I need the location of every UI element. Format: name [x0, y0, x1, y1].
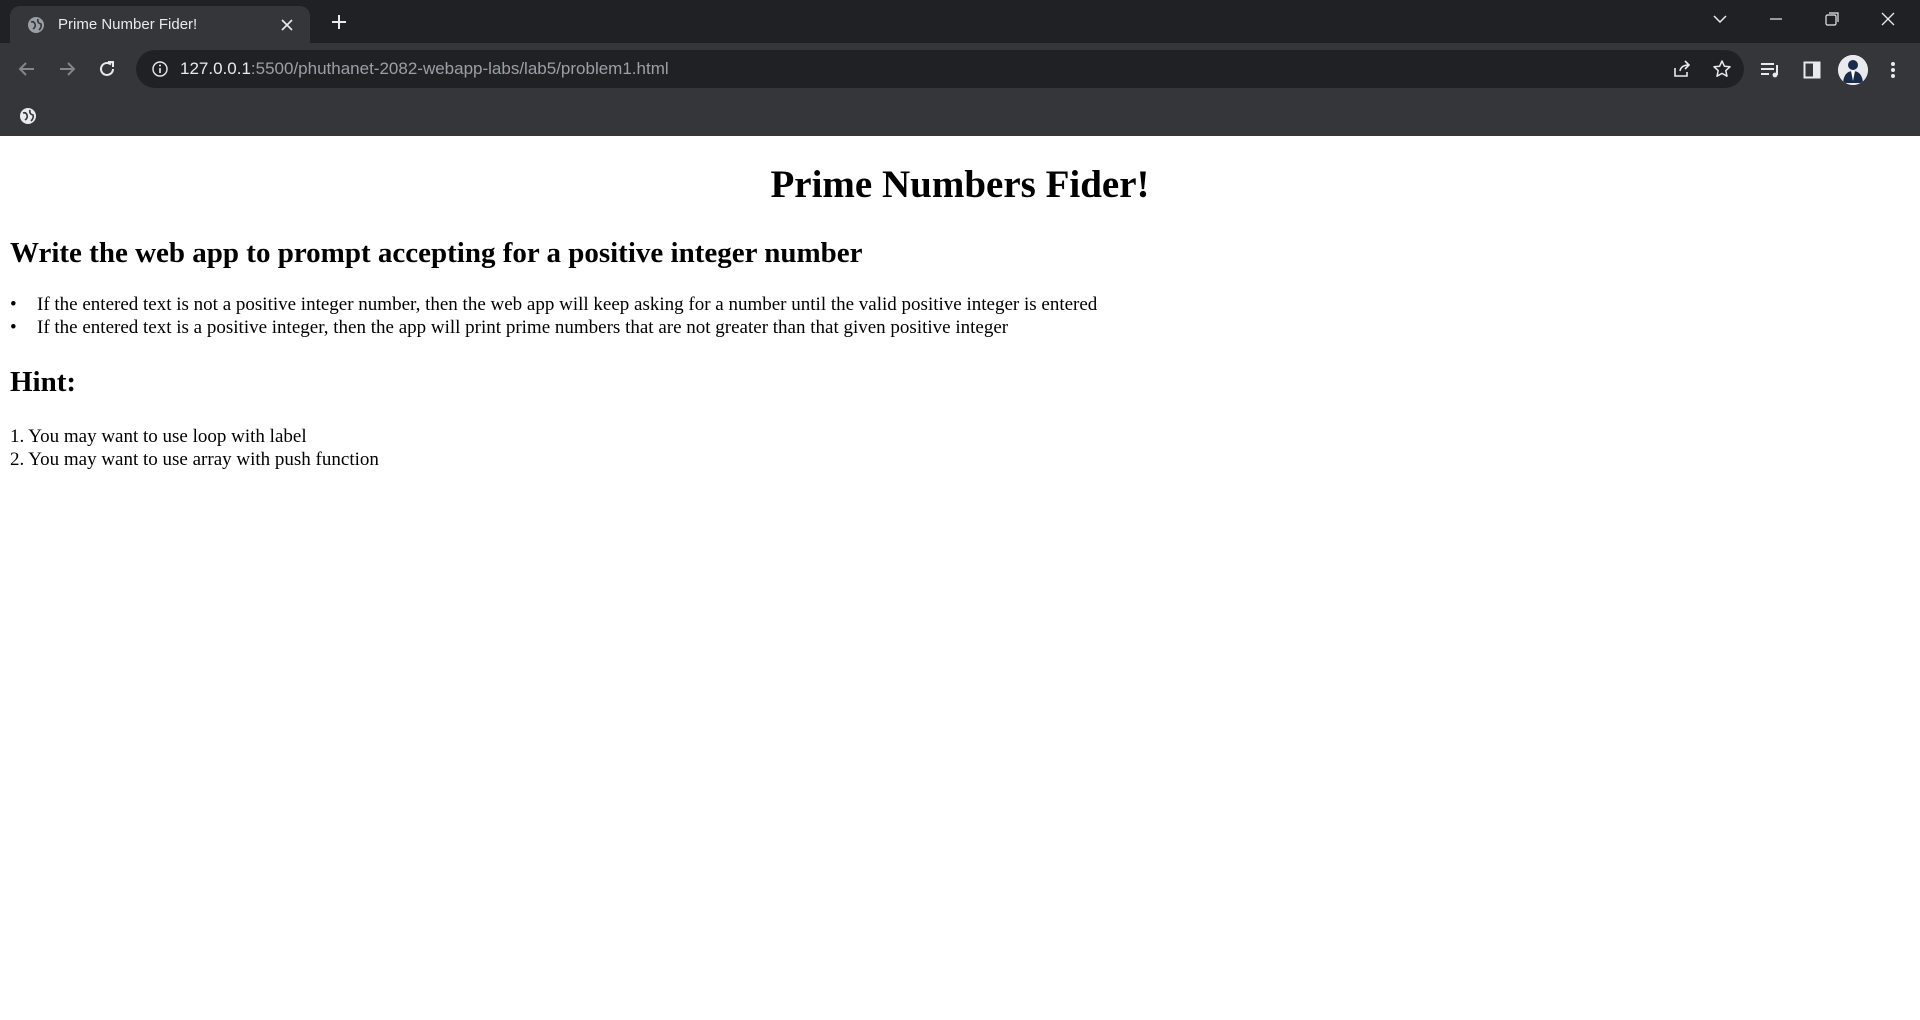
url-host: 127.0.0.1 — [180, 59, 251, 78]
profile-avatar-icon[interactable] — [1838, 55, 1868, 85]
reload-button[interactable] — [93, 55, 121, 83]
hint-item: 2. You may want to use array with push f… — [10, 449, 379, 470]
page-title: Prime Numbers Fider! — [770, 163, 1150, 206]
bookmark-star-icon[interactable] — [1704, 50, 1740, 88]
list-item: If the entered text is not a positive in… — [10, 293, 1097, 316]
restore-button[interactable] — [1804, 0, 1860, 38]
tab-title: Prime Number Fider! — [58, 16, 198, 33]
tab-search-chevron-icon[interactable] — [1692, 0, 1748, 38]
rules-list: If the entered text is not a positive in… — [10, 293, 1097, 339]
close-window-button[interactable] — [1860, 0, 1916, 38]
forward-button[interactable] — [53, 55, 81, 83]
browser-toolbar: 127.0.0.1:5500/phuthanet-2082-webapp-lab… — [0, 43, 1920, 95]
tab-strip: Prime Number Fider! — [0, 0, 1920, 43]
share-icon[interactable] — [1664, 50, 1700, 88]
url-path: :5500/phuthanet-2082-webapp-labs/lab5/pr… — [250, 59, 669, 78]
hint-item: 1. You may want to use loop with label — [10, 426, 307, 447]
minimize-button[interactable] — [1748, 0, 1804, 38]
page-content: Prime Numbers Fider! Write the web app t… — [0, 136, 1920, 1020]
media-queue-icon[interactable] — [1756, 55, 1786, 85]
hints-list: 1. You may want to use loop with label 2… — [10, 425, 379, 471]
bookmark-globe-icon[interactable] — [16, 104, 40, 128]
globe-icon — [26, 15, 46, 35]
side-panel-icon[interactable] — [1797, 55, 1827, 85]
task-heading: Write the web app to prompt accepting fo… — [10, 237, 863, 269]
close-tab-icon[interactable] — [276, 14, 298, 36]
address-bar[interactable]: 127.0.0.1:5500/phuthanet-2082-webapp-lab… — [136, 50, 1744, 88]
hint-heading: Hint: — [10, 366, 77, 398]
bookmarks-bar — [0, 95, 1920, 136]
back-button[interactable] — [13, 55, 41, 83]
tab-active[interactable]: Prime Number Fider! — [10, 6, 310, 43]
new-tab-button[interactable] — [326, 9, 352, 35]
site-info-icon[interactable] — [150, 59, 170, 79]
menu-kebab-icon[interactable] — [1878, 55, 1908, 85]
list-item: If the entered text is a positive intege… — [10, 316, 1097, 339]
